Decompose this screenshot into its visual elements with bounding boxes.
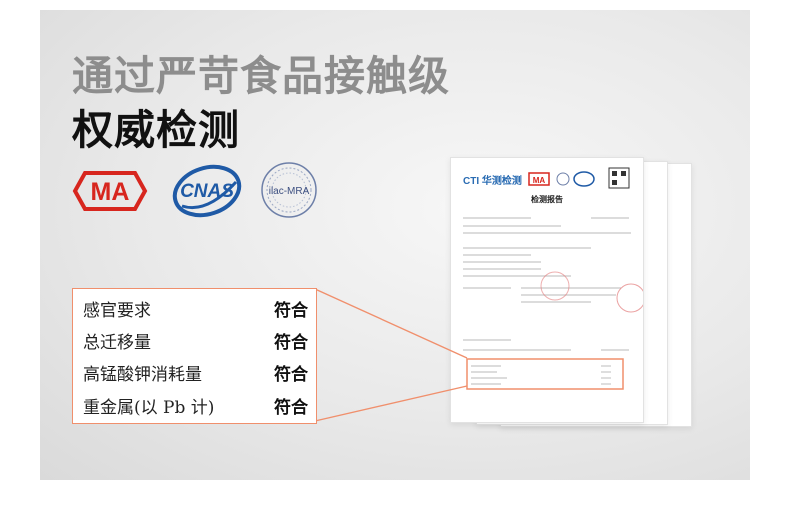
result-row: 高锰酸钾消耗量 符合: [83, 357, 308, 387]
cnas-logo-text: CNAS: [180, 181, 234, 202]
result-row: 感官要求 符合: [83, 293, 308, 323]
result-row: 重金属(以 Pb 计) 符合: [83, 390, 308, 420]
report-sheet-front: CTI 华测检测 MA 检测报告: [450, 157, 644, 423]
result-status: 符合: [274, 364, 308, 385]
ilac-mra-logo: ilac-MRA: [260, 160, 318, 220]
result-status: 符合: [274, 332, 308, 353]
test-results-callout: 感官要求 符合 总迁移量 符合 高锰酸钾消耗量 符合 重金属(以 Pb 计) 符…: [72, 288, 317, 424]
headline-line-2: 权威检测: [72, 106, 240, 154]
result-item-label: 感官要求: [83, 300, 151, 321]
ma-logo-text: MA: [91, 178, 130, 206]
headline-line-1: 通过严苛食品接触级: [72, 52, 450, 100]
result-row: 总迁移量 符合: [83, 325, 308, 355]
result-status: 符合: [274, 397, 308, 418]
test-report-documents: CTI 华测检测 MA 检测报告: [440, 155, 700, 430]
report-brand: CTI 华测检测: [463, 174, 522, 187]
ma-certification-logo: MA: [72, 170, 148, 212]
result-status: 符合: [274, 300, 308, 321]
result-item-label: 重金属(以 Pb 计): [83, 397, 215, 418]
cnas-accreditation-logo: CNAS: [170, 164, 244, 218]
report-title: 检测报告: [531, 194, 563, 204]
result-item-label: 总迁移量: [83, 332, 151, 353]
ilac-logo-text: ilac-MRA: [269, 186, 310, 197]
result-item-label: 高锰酸钾消耗量: [83, 364, 202, 385]
svg-text:MA: MA: [533, 176, 546, 185]
